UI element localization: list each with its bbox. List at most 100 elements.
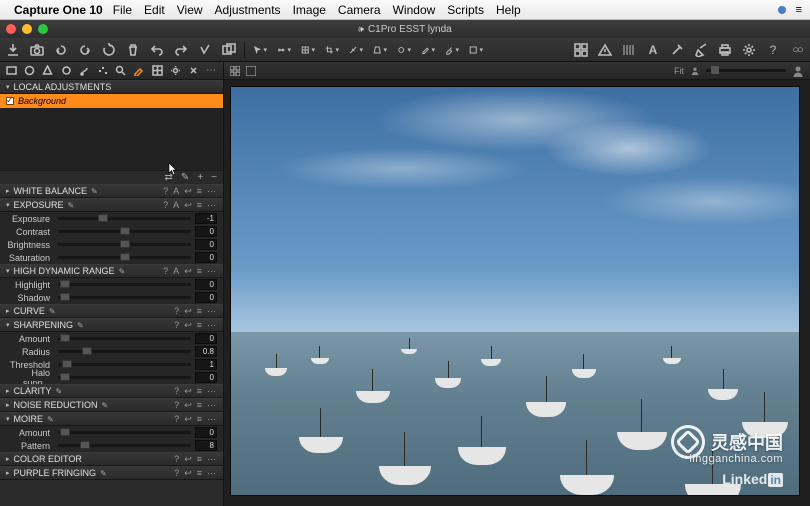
tab-crop-icon[interactable]	[61, 65, 72, 77]
slider-thumb[interactable]	[82, 347, 92, 355]
panel-hdr-header[interactable]: ▾ HIGH DYNAMIC RANGE ✎ ?A↩≡⋯	[0, 264, 223, 278]
slider-thumb[interactable]	[60, 428, 70, 436]
slider-value-field[interactable]: 0	[195, 226, 217, 237]
moire-amount-slider[interactable]	[58, 431, 191, 434]
menu-help[interactable]: Help	[496, 3, 521, 17]
hdr-highlight-slider[interactable]	[58, 283, 191, 286]
zoom-slider[interactable]	[706, 69, 786, 72]
exposure-brightness-slider[interactable]	[58, 243, 191, 246]
panel-noise-header[interactable]: ▸ NOISE REDUCTION ✎ ?↩≡⋯	[0, 398, 223, 412]
panel-copy-icon[interactable]: ↩	[184, 454, 193, 465]
copy-adjustments-button[interactable]	[198, 43, 212, 57]
image-canvas[interactable]: 灵感中国 lingganchina.com Linkedin	[230, 86, 800, 496]
slider-thumb[interactable]	[62, 360, 72, 368]
panel-more-icon[interactable]: ⋯	[207, 306, 217, 317]
panel-auto-icon[interactable]: ?	[174, 320, 180, 331]
zoom-slider-thumb[interactable]	[711, 66, 719, 74]
hand-tool[interactable]	[277, 43, 291, 57]
panel-more-icon[interactable]: ⋯	[207, 386, 217, 397]
trash-button[interactable]	[126, 43, 140, 57]
tab-capture-icon[interactable]	[24, 65, 35, 77]
panel-menu-icon[interactable]: ≡	[197, 306, 203, 317]
slider-value-field[interactable]: 0	[195, 427, 217, 438]
panel-clarity-header[interactable]: ▸ CLARITY ✎ ?↩≡⋯	[0, 384, 223, 398]
hdr-shadow-slider[interactable]	[58, 296, 191, 299]
slider-value-field[interactable]: 0	[195, 292, 217, 303]
panel-reset-icon[interactable]: A	[173, 266, 180, 277]
rotate-right-button[interactable]	[78, 43, 92, 57]
tab-library-icon[interactable]	[6, 65, 17, 77]
layer-brush-icon[interactable]: ✎	[181, 172, 189, 183]
panel-auto-icon[interactable]: ?	[174, 468, 180, 479]
panel-more-icon[interactable]: ⋯	[207, 200, 217, 211]
viewer-view-icon[interactable]	[246, 66, 256, 76]
panel-copy-icon[interactable]: ↩	[184, 414, 193, 425]
annotation-button[interactable]: A	[646, 43, 660, 57]
sharpening-halosupp-slider[interactable]	[58, 376, 191, 379]
slider-thumb[interactable]	[80, 441, 90, 449]
menubar-extra-icon[interactable]: ≡	[796, 4, 802, 16]
menu-adjustments[interactable]: Adjustments	[215, 3, 281, 17]
sharpening-radius-slider[interactable]	[58, 350, 191, 353]
panel-menu-icon[interactable]: ≡	[197, 200, 203, 211]
panel-more-icon[interactable]: ⋯	[207, 266, 217, 277]
layer-row[interactable]: Background	[0, 94, 223, 108]
sharpening-amount-slider[interactable]	[58, 337, 191, 340]
panel-menu-icon[interactable]: ≡	[197, 468, 203, 479]
panel-white-balance-header[interactable]: ▸ WHITE BALANCE ✎ ?A↩≡⋯	[0, 184, 223, 198]
slider-value-field[interactable]: 0.8	[195, 346, 217, 357]
slider-value-field[interactable]: 0	[195, 252, 217, 263]
panel-auto-icon[interactable]: ?	[163, 200, 169, 211]
panel-reset-icon[interactable]: A	[173, 186, 180, 197]
profile-icon[interactable]	[792, 65, 804, 77]
panel-menu-icon[interactable]: ≡	[197, 454, 203, 465]
panel-copy-icon[interactable]: ↩	[184, 306, 193, 317]
edit-button[interactable]	[694, 43, 708, 57]
menu-camera[interactable]: Camera	[338, 3, 381, 17]
cursor-tool[interactable]	[253, 43, 267, 57]
panel-menu-icon[interactable]: ≡	[197, 386, 203, 397]
panel-local-adjustments-header[interactable]: ▾ LOCAL ADJUSTMENTS	[0, 80, 223, 94]
panel-auto-icon[interactable]: ?	[163, 266, 169, 277]
minimize-window-button[interactable]	[22, 24, 32, 34]
moire-pattern-slider[interactable]	[58, 444, 191, 447]
exposure-saturation-slider[interactable]	[58, 256, 191, 259]
slider-thumb[interactable]	[120, 227, 130, 235]
panel-copy-icon[interactable]: ↩	[184, 400, 193, 411]
panel-sharpening-header[interactable]: ▾ SHARPENING ✎ ?↩≡⋯	[0, 318, 223, 332]
slider-thumb[interactable]	[120, 240, 130, 248]
menu-edit[interactable]: Edit	[144, 3, 165, 17]
help-button[interactable]: ?	[766, 43, 780, 57]
panel-reset-icon[interactable]: A	[173, 200, 180, 211]
grid-view-button[interactable]	[574, 43, 588, 57]
zoom-fit-label[interactable]: Fit	[674, 66, 684, 76]
layer-visible-checkbox[interactable]	[6, 97, 14, 105]
multi-view-button[interactable]	[222, 43, 236, 57]
reset-button[interactable]	[102, 43, 116, 57]
tab-exposure-icon[interactable]	[97, 65, 108, 77]
slider-value-field[interactable]: 0	[195, 372, 217, 383]
close-window-button[interactable]	[6, 24, 16, 34]
slider-thumb[interactable]	[60, 373, 70, 381]
slider-value-field[interactable]: 0	[195, 333, 217, 344]
tab-color-icon[interactable]	[79, 65, 90, 77]
panel-more-icon[interactable]: ⋯	[207, 454, 217, 465]
panel-auto-icon[interactable]: ?	[174, 454, 180, 465]
panel-menu-icon[interactable]: ≡	[197, 320, 203, 331]
panel-more-icon[interactable]: ⋯	[207, 468, 217, 479]
keystone-tool[interactable]	[373, 43, 387, 57]
panel-exposure-header[interactable]: ▾ EXPOSURE ✎ ?A↩≡⋯	[0, 198, 223, 212]
spot-tool[interactable]	[397, 43, 411, 57]
menu-scripts[interactable]: Scripts	[447, 3, 484, 17]
layer-remove-icon[interactable]: −	[211, 172, 217, 183]
slider-thumb[interactable]	[120, 253, 130, 261]
undo-button[interactable]	[150, 43, 164, 57]
panel-menu-icon[interactable]: ≡	[197, 414, 203, 425]
pick-button[interactable]	[670, 43, 684, 57]
redo-button[interactable]	[174, 43, 188, 57]
settings-button[interactable]	[742, 43, 756, 57]
panel-purple-fringing-header[interactable]: ▸ PURPLE FRINGING ✎ ?↩≡⋯	[0, 466, 223, 480]
panel-auto-icon[interactable]: ?	[174, 306, 180, 317]
panel-copy-icon[interactable]: ↩	[184, 186, 193, 197]
panel-copy-icon[interactable]: ↩	[184, 266, 193, 277]
